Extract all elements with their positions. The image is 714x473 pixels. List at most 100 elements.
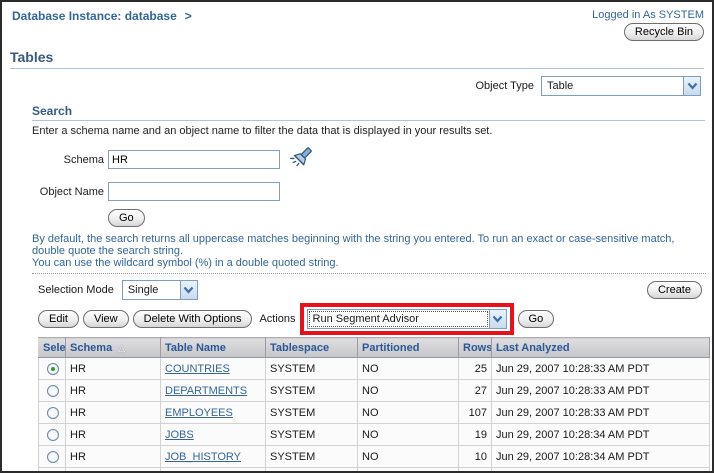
- table-row: HR EMPLOYEES SYSTEMNO107Jun 29, 2007 10:28…: [39, 402, 710, 424]
- top-bar: Database Instance: database > Logged in A…: [2, 2, 712, 41]
- search-go-row: Go: [108, 209, 705, 227]
- table-name-link[interactable]: EMPLOYEES: [165, 407, 233, 419]
- schema-input[interactable]: [108, 150, 280, 169]
- breadcrumb-arrow-icon: >: [185, 9, 192, 23]
- cell-schema: HR: [66, 402, 161, 424]
- breadcrumb: Database Instance: database >: [12, 9, 192, 41]
- cell-tablespace: SYSTEM: [266, 402, 358, 424]
- object-type-label: Object Type: [476, 80, 535, 92]
- search-instructions: Enter a schema name and an object name t…: [32, 125, 705, 137]
- actions-select[interactable]: Run Segment Advisor: [307, 309, 507, 329]
- col-header-select[interactable]: Select: [39, 338, 66, 358]
- col-header-partitioned[interactable]: Partitioned: [358, 338, 459, 358]
- cell-partitioned: NO: [358, 402, 459, 424]
- schema-row: Schema: [32, 145, 705, 174]
- table-name-link[interactable]: JOBS: [165, 429, 194, 441]
- selection-mode-label: Selection Mode: [38, 284, 114, 296]
- search-section: Search Enter a schema name and an object…: [32, 104, 705, 269]
- title-divider: [10, 68, 704, 69]
- table-name-link[interactable]: DEPARTMENTS: [165, 385, 247, 397]
- chevron-down-icon[interactable]: [180, 281, 197, 299]
- cell-last-analyzed: Jun 29, 2007 10:28:34 AM PDT: [492, 424, 710, 446]
- object-type-row: Object Type Table: [2, 76, 701, 96]
- cell-tablespace: SYSTEM: [266, 446, 358, 468]
- table-row: HRJOB_HISTORYSYSTEMNO10Jun 29, 2007 10:2…: [39, 446, 710, 468]
- row-select-cell: [39, 358, 66, 380]
- red-highlight-annotation: Run Segment Advisor: [300, 303, 514, 335]
- col-header-schema[interactable]: Schema△: [66, 338, 161, 358]
- row-select-cell: [39, 468, 66, 473]
- top-right-area: Logged in As SYSTEM Recycle Bin: [592, 9, 704, 41]
- tables-results-table: Select Schema△ Table Name Tablespace Par…: [38, 337, 710, 473]
- actions-selected-value: Run Segment Advisor: [308, 310, 489, 328]
- cell-partitioned: NO: [358, 468, 459, 473]
- cell-rows: 107: [459, 402, 492, 424]
- selection-mode-select[interactable]: Single: [122, 280, 198, 300]
- sort-ascending-icon[interactable]: △: [118, 343, 125, 353]
- col-header-rows[interactable]: Rows: [459, 338, 492, 358]
- col-header-tablespace[interactable]: Tablespace: [266, 338, 358, 358]
- cell-rows: 25: [459, 358, 492, 380]
- cell-table-name: JOBS: [161, 424, 266, 446]
- cell-schema: HR: [66, 468, 161, 473]
- object-type-select[interactable]: Table: [541, 76, 701, 96]
- row-select-radio[interactable]: [47, 385, 59, 397]
- cell-partitioned: NO: [358, 380, 459, 402]
- recycle-bin-button[interactable]: Recycle Bin: [624, 23, 704, 41]
- cell-rows: 10: [459, 446, 492, 468]
- cell-partitioned: NO: [358, 424, 459, 446]
- cell-schema: HR: [66, 358, 161, 380]
- cell-partitioned: NO: [358, 358, 459, 380]
- row-select-radio[interactable]: [47, 429, 59, 441]
- cell-rows: 23: [459, 468, 492, 473]
- cell-schema: HR: [66, 446, 161, 468]
- col-header-table-name[interactable]: Table Name: [161, 338, 266, 358]
- col-header-last-analyzed[interactable]: Last Analyzed: [492, 338, 710, 358]
- oracle-em-tables-page: Database Instance: database > Logged in A…: [0, 0, 714, 473]
- row-select-cell: [39, 402, 66, 424]
- logged-in-text: Logged in As SYSTEM: [592, 9, 704, 21]
- chevron-down-icon[interactable]: [489, 310, 506, 328]
- object-type-selected-value: Table: [542, 77, 683, 95]
- cell-schema: HR: [66, 424, 161, 446]
- view-button[interactable]: View: [83, 310, 129, 328]
- page-title: Tables: [10, 49, 704, 65]
- cell-last-analyzed: Jun 29, 2007 10:28:34 AM PDT: [492, 446, 710, 468]
- flashlight-search-icon[interactable]: [288, 145, 314, 174]
- row-select-radio[interactable]: [47, 451, 59, 463]
- selection-mode-row: Selection Mode Single Create: [38, 280, 702, 300]
- object-name-row: Object Name: [32, 182, 705, 201]
- dotted-divider: [32, 273, 706, 274]
- cell-rows: 27: [459, 380, 492, 402]
- row-select-cell: [39, 446, 66, 468]
- row-select-cell: [39, 424, 66, 446]
- table-row: HRLOCATIONSSYSTEMNO23Jun 29, 2007 10:28:…: [39, 468, 710, 473]
- search-hint-line2: You can use the wildcard symbol (%) in a…: [32, 257, 705, 269]
- table-row: HRDEPARTMENTSSYSTEMNO27Jun 29, 2007 10:2…: [39, 380, 710, 402]
- schema-label: Schema: [32, 154, 104, 166]
- create-button[interactable]: Create: [647, 281, 702, 299]
- cell-last-analyzed: Jun 29, 2007 10:28:34 AM PDT: [492, 468, 710, 473]
- cell-tablespace: SYSTEM: [266, 358, 358, 380]
- actions-label: Actions: [259, 313, 295, 325]
- breadcrumb-link[interactable]: Database Instance: database: [12, 9, 177, 23]
- search-hint: By default, the search returns all upper…: [32, 233, 705, 269]
- row-select-radio[interactable]: [47, 407, 59, 419]
- table-row: HRJOBSSYSTEMNO19Jun 29, 2007 10:28:34 AM…: [39, 424, 710, 446]
- cell-table-name: EMPLOYEES: [161, 402, 266, 424]
- cell-table-name: COUNTRIES: [161, 358, 266, 380]
- table-name-link[interactable]: JOB_HISTORY: [165, 451, 241, 463]
- object-name-input[interactable]: [108, 182, 280, 201]
- cell-schema: HR: [66, 380, 161, 402]
- cell-table-name: JOB_HISTORY: [161, 446, 266, 468]
- search-go-button[interactable]: Go: [108, 209, 145, 227]
- edit-button[interactable]: Edit: [38, 310, 79, 328]
- actions-go-button[interactable]: Go: [518, 310, 555, 328]
- row-select-radio[interactable]: [47, 363, 59, 375]
- cell-last-analyzed: Jun 29, 2007 10:28:33 AM PDT: [492, 402, 710, 424]
- object-name-label: Object Name: [32, 186, 104, 198]
- table-name-link[interactable]: COUNTRIES: [165, 363, 230, 375]
- chevron-down-icon[interactable]: [683, 77, 700, 95]
- delete-with-options-button[interactable]: Delete With Options: [133, 310, 253, 328]
- results-toolbar: Edit View Delete With Options Actions Ru…: [38, 303, 702, 335]
